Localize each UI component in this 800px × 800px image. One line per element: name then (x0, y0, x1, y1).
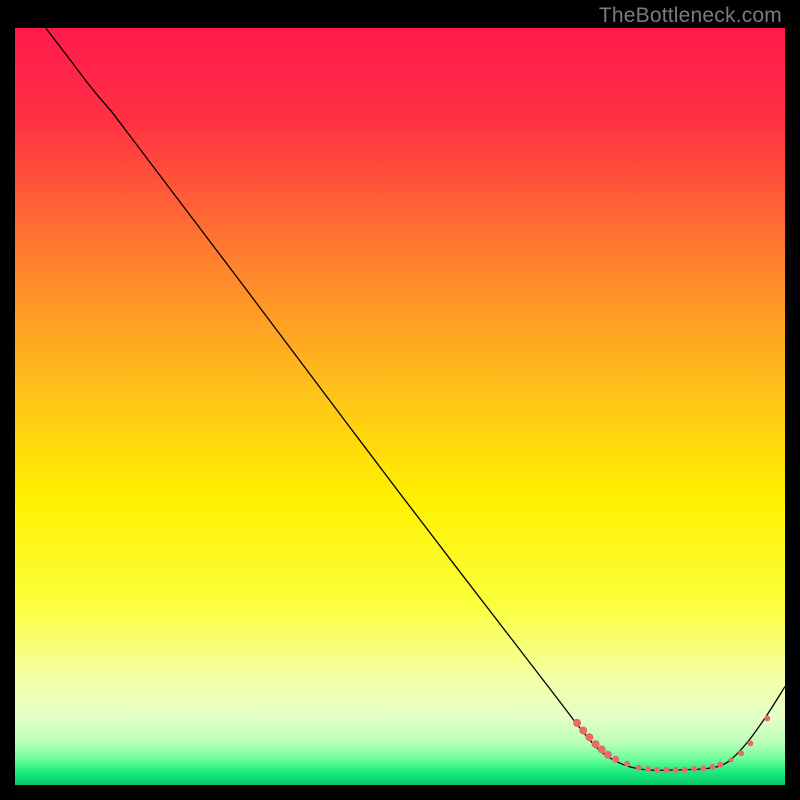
curve-marker (700, 765, 706, 771)
curve-marker (764, 715, 770, 721)
curve-marker (636, 765, 642, 771)
curve-marker (624, 761, 630, 767)
curve-marker (598, 745, 606, 753)
curve-marker (573, 719, 581, 727)
gradient-background (15, 28, 785, 785)
curve-marker (663, 767, 669, 773)
curve-marker (729, 758, 734, 763)
curve-marker (585, 733, 593, 741)
curve-marker (612, 756, 619, 763)
curve-marker (579, 727, 587, 735)
curve-marker (645, 766, 651, 772)
curve-marker (747, 740, 753, 746)
chart-container: TheBottleneck.com (0, 0, 800, 800)
attribution-text: TheBottleneck.com (599, 4, 782, 28)
curve-marker (682, 767, 688, 773)
curve-marker (717, 762, 723, 768)
curve-marker (738, 750, 744, 756)
curve-marker (710, 764, 716, 770)
curve-marker (604, 751, 612, 759)
curve-marker (654, 767, 660, 773)
bottleneck-chart (15, 28, 785, 785)
curve-marker (673, 767, 679, 773)
curve-marker (691, 766, 697, 772)
curve-marker (592, 740, 600, 748)
